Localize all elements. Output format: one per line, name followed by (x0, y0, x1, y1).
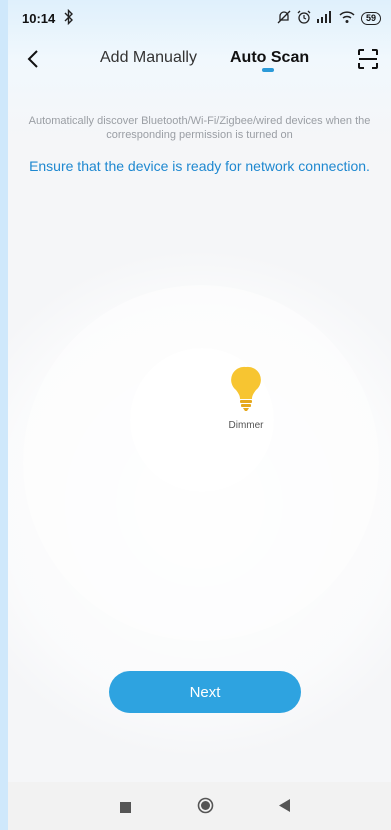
status-time: 10:14 (22, 11, 56, 26)
recent-apps-icon[interactable] (120, 800, 131, 818)
back-button[interactable] (22, 46, 46, 72)
scan-description: Automatically discover Bluetooth/Wi-Fi/Z… (28, 115, 371, 141)
battery-icon: 59 (360, 12, 381, 25)
device-dimmer[interactable]: Dimmer (221, 365, 271, 431)
wifi-icon (339, 11, 355, 26)
active-tab-indicator (262, 68, 274, 72)
nav-bar: Add Manually Auto Scan (8, 36, 391, 86)
back-chevron-icon (27, 50, 38, 68)
system-nav-bar (8, 782, 391, 830)
mute-icon (277, 10, 291, 27)
light-bulb-icon (231, 366, 261, 411)
next-button[interactable]: Next (109, 671, 301, 713)
qr-scan-icon (358, 49, 378, 69)
bluetooth-icon (64, 8, 74, 28)
alarm-icon (297, 10, 311, 27)
device-name: Dimmer (228, 420, 264, 431)
status-bar: 10:14 59 (8, 0, 391, 36)
signal-icon (316, 11, 333, 26)
network-ready-hint: Ensure that the device is ready for netw… (29, 158, 370, 174)
status-icons: 59 (277, 10, 381, 27)
back-icon[interactable] (279, 799, 290, 817)
scan-qr-button[interactable] (355, 46, 381, 72)
tab-add-manually[interactable]: Add Manually (100, 49, 197, 67)
home-icon[interactable] (197, 797, 214, 819)
tab-auto-scan[interactable]: Auto Scan (230, 49, 309, 67)
app-screen: 10:14 59 Add Manually Auto Scan Automati… (8, 0, 391, 830)
